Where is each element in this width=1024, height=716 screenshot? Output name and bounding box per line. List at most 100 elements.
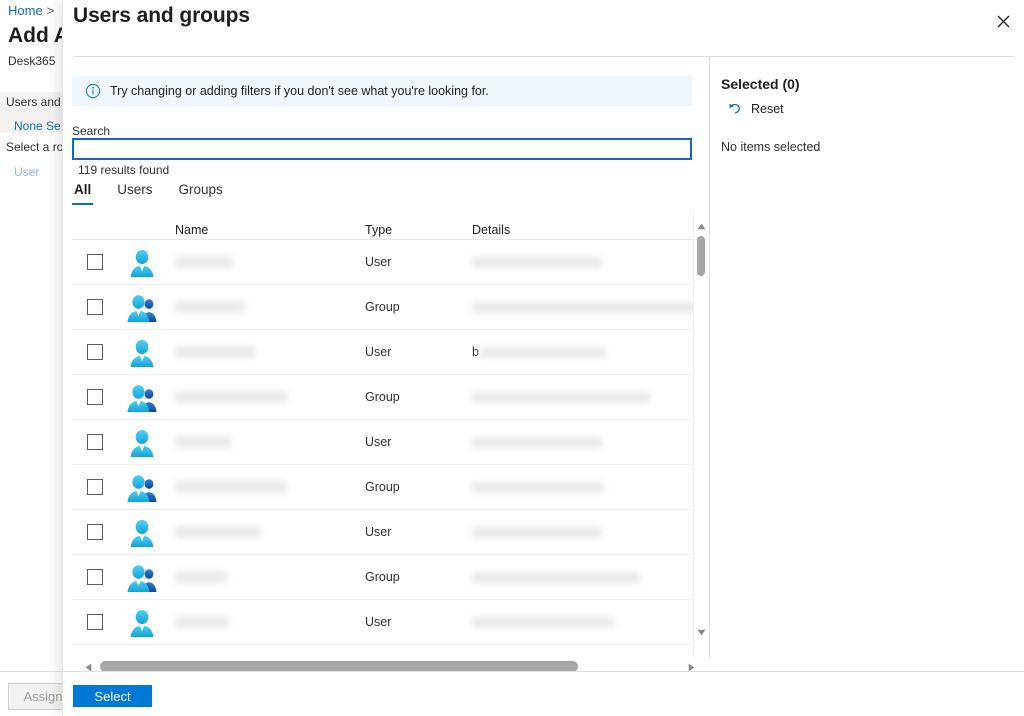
row-name-redacted (175, 436, 231, 448)
row-type: Group (365, 480, 400, 494)
background-footer-divider (0, 671, 62, 672)
panel-footer-divider (63, 671, 1024, 672)
row-checkbox[interactable] (87, 434, 103, 450)
row-details-redacted (472, 257, 602, 268)
row-checkbox[interactable] (87, 344, 103, 360)
background-page: Home > Add A Desk365 Users and None Se Se… (0, 0, 62, 716)
row-details-redacted (472, 572, 640, 583)
row-type: Group (365, 570, 400, 584)
row-name-redacted (175, 616, 229, 628)
table-row[interactable]: Group (72, 465, 700, 510)
tab-all[interactable]: All (72, 182, 94, 205)
row-type: Group (365, 390, 400, 404)
row-type: Group (365, 300, 400, 314)
table-row[interactable]: Group (72, 555, 700, 600)
page-subtitle: Desk365 (8, 54, 56, 68)
table-row[interactable]: User (72, 420, 700, 465)
users-and-groups-panel: Users and groups Try changing or adding … (62, 0, 1024, 716)
page-title: Add A (8, 24, 62, 47)
background-field-value-user[interactable]: User (14, 165, 39, 179)
tab-groups[interactable]: Groups (177, 182, 225, 197)
row-name-redacted (175, 256, 233, 268)
user-icon (125, 606, 159, 640)
row-checkbox[interactable] (87, 569, 103, 585)
filter-tabs: All Users Groups (72, 182, 247, 210)
user-icon (125, 246, 159, 280)
assign-button: Assign (8, 683, 62, 710)
no-items-selected-text: No items selected (721, 140, 821, 154)
row-name-redacted (175, 571, 227, 583)
table-header-row: Name Type Details (72, 209, 700, 240)
table-body: User Group User b Group User Group User Group Use… (72, 240, 700, 645)
background-field-label-select-a-role: Select a ro (6, 140, 62, 154)
table-row[interactable]: User (72, 510, 700, 555)
user-icon (125, 426, 159, 460)
reset-label: Reset (751, 102, 784, 116)
row-details-redacted (472, 302, 700, 313)
vertical-scrollbar[interactable] (693, 209, 708, 657)
row-details-prefix: b (472, 345, 479, 359)
chevron-down-icon[interactable] (694, 625, 709, 640)
row-name-redacted (175, 301, 245, 313)
search-label: Search (72, 124, 111, 138)
user-icon (125, 516, 159, 550)
row-name-redacted (175, 391, 287, 403)
row-name-redacted (175, 346, 255, 358)
results-table: Name Type Details User Group User b Group Use… (72, 209, 700, 657)
table-row[interactable]: User (72, 600, 700, 645)
row-type: User (365, 345, 392, 359)
selected-count-title: Selected (0) (721, 76, 800, 92)
row-type: User (365, 435, 392, 449)
select-button[interactable]: Select (73, 685, 152, 707)
column-header-details: Details (472, 223, 511, 237)
row-name-redacted (175, 526, 261, 538)
tab-users[interactable]: Users (115, 182, 154, 197)
user-icon (125, 336, 159, 370)
panel-title: Users and groups (73, 4, 250, 27)
vertical-scrollbar-thumb[interactable] (697, 236, 705, 276)
chevron-up-icon[interactable] (694, 219, 709, 234)
info-banner: Try changing or adding filters if you do… (72, 75, 692, 106)
reset-button[interactable]: Reset (727, 101, 784, 117)
background-field-value-none-selected[interactable]: None Se (14, 119, 61, 133)
undo-arrow-icon (727, 101, 743, 117)
group-icon (125, 561, 159, 595)
table-row[interactable]: User (72, 240, 700, 285)
panel-left-column: Try changing or adding filters if you do… (63, 57, 709, 676)
selected-items-pane: Selected (0) Reset No items selected (710, 57, 1024, 658)
row-details-redacted (480, 347, 606, 358)
row-details-redacted (472, 527, 602, 538)
row-details-redacted (472, 437, 602, 448)
row-type: User (365, 525, 392, 539)
group-icon (125, 291, 159, 325)
breadcrumb-home[interactable]: Home (8, 3, 43, 18)
group-icon (125, 381, 159, 415)
row-details-redacted (472, 617, 614, 628)
table-row[interactable]: Group (72, 375, 700, 420)
row-name-redacted (175, 481, 287, 493)
row-checkbox[interactable] (87, 299, 103, 315)
table-row[interactable]: Group (72, 285, 700, 330)
breadcrumb: Home > (8, 3, 54, 18)
row-checkbox[interactable] (87, 524, 103, 540)
row-type: User (365, 615, 392, 629)
results-count: 119 results found (78, 163, 170, 177)
horizontal-scrollbar[interactable] (72, 658, 708, 676)
row-checkbox[interactable] (87, 389, 103, 405)
row-type: User (365, 255, 392, 269)
screen-root: Home > Add A Desk365 Users and None Se Se… (0, 0, 1024, 716)
panel-header: Users and groups (63, 0, 1024, 56)
table-row[interactable]: User b (72, 330, 700, 375)
row-checkbox[interactable] (87, 614, 103, 630)
row-checkbox[interactable] (87, 479, 103, 495)
column-header-type: Type (365, 223, 393, 237)
row-details-redacted (472, 392, 650, 403)
background-field-label-users-and-groups: Users and (6, 95, 61, 109)
row-checkbox[interactable] (87, 254, 103, 270)
info-circle-icon (85, 83, 101, 99)
search-input[interactable] (72, 138, 692, 160)
info-banner-text: Try changing or adding filters if you do… (110, 83, 489, 98)
close-icon[interactable] (987, 5, 1019, 37)
column-header-name: Name (175, 223, 209, 237)
row-details-redacted (472, 482, 604, 493)
